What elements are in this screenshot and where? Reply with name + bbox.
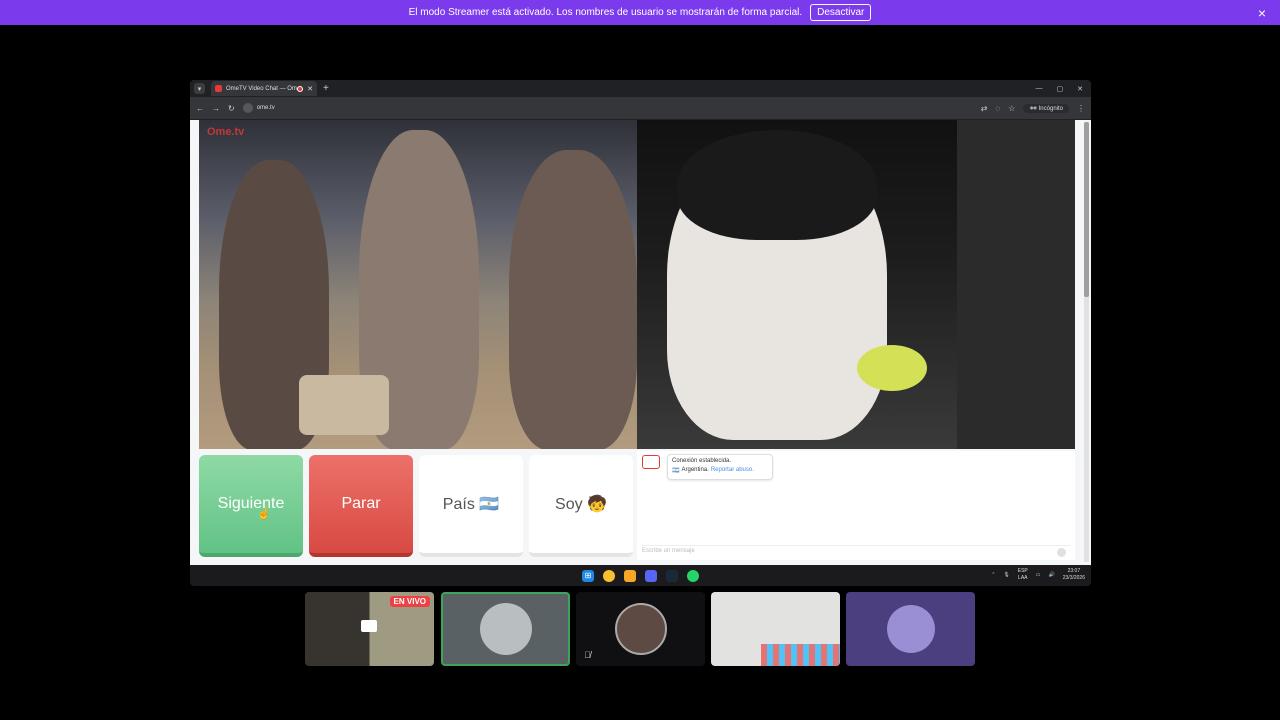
address-bar: ← → ↻ ome.tv ⇄ ◌ ☆ 🕶 Incógnito ⋮ [190, 97, 1091, 119]
site-info-icon[interactable] [242, 103, 253, 113]
next-button-label: Siguiente [217, 495, 285, 512]
tab-title: OmeTV Video Chat — Om [226, 85, 297, 92]
clock-date: 23/3/2026 [1062, 575, 1085, 581]
maximize-button[interactable]: ▢ [1057, 85, 1064, 93]
microphone-shape [857, 345, 927, 391]
forward-icon[interactable]: → [212, 104, 220, 113]
browser-window: ▾ OmeTV Video Chat — Om ✕ + — ▢ ✕ ← → ↻ … [190, 80, 1091, 586]
volume-icon[interactable]: 🔊 [1049, 572, 1055, 578]
emoji-icon[interactable] [1057, 548, 1066, 557]
ometv-logo: Ome.tv [207, 126, 245, 138]
tab-close-icon[interactable]: ✕ [307, 85, 313, 93]
country-button-label: País 🇦🇷 [442, 496, 500, 513]
participant-tile-speaking[interactable] [441, 592, 570, 666]
cup-shape [299, 375, 389, 435]
next-button[interactable]: Siguiente ☝ [199, 455, 303, 557]
participant-tile[interactable] [846, 592, 975, 666]
background-shelf [957, 120, 1075, 449]
steam-icon[interactable] [666, 569, 678, 582]
url-text: ome.tv [256, 105, 275, 111]
gender-button[interactable]: Soy 🧒 [529, 455, 633, 557]
system-tray: ⌃ 🎙 ESP LAA ▭ 🔊 23:07 23/3/2026 [991, 568, 1085, 582]
avatar [614, 603, 667, 655]
discord-icon[interactable] [645, 569, 657, 582]
tab-ometv[interactable]: OmeTV Video Chat — Om ✕ [211, 81, 317, 96]
live-badge: EN VIVO [389, 596, 430, 607]
avatar [479, 603, 532, 655]
camera-view [761, 644, 840, 666]
url-field[interactable]: ome.tv [242, 103, 275, 113]
avatar [886, 605, 935, 653]
clock-time: 23:07 [1067, 568, 1081, 574]
banner-message: El modo Streamer está activado. Los nomb… [408, 7, 803, 18]
incognito-badge[interactable]: 🕶 Incógnito [1023, 103, 1069, 113]
ometv-favicon-icon [215, 85, 222, 92]
partner-video: Ome.tv [199, 120, 637, 449]
country-button[interactable]: País 🇦🇷 [419, 455, 523, 557]
screen-share-icon [361, 620, 377, 632]
page-scrollbar[interactable] [1084, 122, 1089, 562]
message-input[interactable]: Escribe un mensaje [642, 545, 1070, 557]
window-close-button[interactable]: ✕ [1077, 85, 1083, 93]
self-video [637, 120, 1075, 449]
file-explorer-icon[interactable] [624, 569, 636, 582]
new-tab-button[interactable]: + [323, 83, 329, 94]
stop-button-label: Parar [341, 495, 381, 512]
deactivate-button[interactable]: Desactivar [810, 4, 872, 21]
connection-status: Conexión establecida. [672, 458, 732, 464]
translate-icon[interactable]: ⇄ [981, 104, 988, 113]
windows-start-icon[interactable]: ⊞ [582, 569, 594, 582]
windows-taskbar: ⊞ ⌃ 🎙 ESP LAA ▭ 🔊 23:07 23/3/2026 [190, 565, 1091, 586]
hand-cursor-icon: ☝ [257, 508, 271, 520]
mic-icon[interactable]: 🎙 [1003, 572, 1009, 578]
scrollbar-thumb[interactable] [1084, 122, 1089, 297]
tab-bar: ▾ OmeTV Video Chat — Om ✕ + — ▢ ✕ [190, 80, 1091, 97]
system-message: Conexión establecida. 🇦🇷 Argentina. Repo… [667, 454, 773, 480]
argentina-flag-icon: 🇦🇷 [672, 468, 680, 474]
chat-panel: Conexión establecida. 🇦🇷 Argentina. Repo… [637, 451, 1075, 560]
report-abuse-link[interactable]: Reportar abuso. [711, 467, 754, 474]
lang-top: ESP [1017, 568, 1028, 574]
network-icon[interactable]: ▭ [1036, 572, 1041, 578]
muted-icon: 🎙̸ [584, 650, 591, 660]
minimize-button[interactable]: — [1036, 85, 1043, 93]
stop-button[interactable]: Parar [309, 455, 413, 557]
incognito-label: Incógnito [1038, 105, 1063, 112]
clock[interactable]: 23:07 23/3/2026 [1063, 568, 1085, 582]
tray-chevron-icon[interactable]: ⌃ [991, 572, 995, 578]
gender-button-label: Soy 🧒 [555, 496, 607, 513]
participant-tile-camera[interactable] [711, 592, 840, 666]
streamer-mode-banner: El modo Streamer está activado. Los nomb… [0, 0, 1280, 25]
partner-country: Argentina. [681, 467, 709, 473]
ometv-chat-avatar [642, 455, 660, 469]
ometv-controls: Siguiente ☝ Parar País 🇦🇷 Soy 🧒 [199, 455, 633, 557]
ometv-page: Ome.tv Siguiente ☝ Parar País 🇦🇷 Soy 🧒 C… [190, 120, 1091, 565]
tab-search-icon[interactable]: ▾ [194, 83, 205, 94]
language-indicator[interactable]: ESP LAA [1018, 568, 1028, 582]
back-icon[interactable]: ← [196, 104, 204, 113]
chrome-icon[interactable] [603, 569, 615, 582]
incognito-icon: 🕶 [1029, 105, 1037, 112]
message-placeholder: Escribe un mensaje [642, 548, 695, 554]
participant-tile-streamer[interactable]: EN VIVO [305, 592, 434, 666]
bookmark-star-icon[interactable]: ☆ [1008, 104, 1015, 113]
hair-shape [677, 130, 877, 240]
reload-icon[interactable]: ↻ [228, 104, 235, 113]
recording-icon [297, 85, 304, 92]
eye-off-icon[interactable]: ◌ [995, 104, 1000, 113]
whatsapp-icon[interactable] [687, 569, 699, 582]
close-icon[interactable]: × [1258, 5, 1266, 21]
lang-bottom: LAA [1018, 575, 1028, 581]
menu-icon[interactable]: ⋮ [1077, 104, 1085, 113]
person-figure [509, 150, 637, 449]
participant-tile[interactable]: 🎙̸ [576, 592, 705, 666]
